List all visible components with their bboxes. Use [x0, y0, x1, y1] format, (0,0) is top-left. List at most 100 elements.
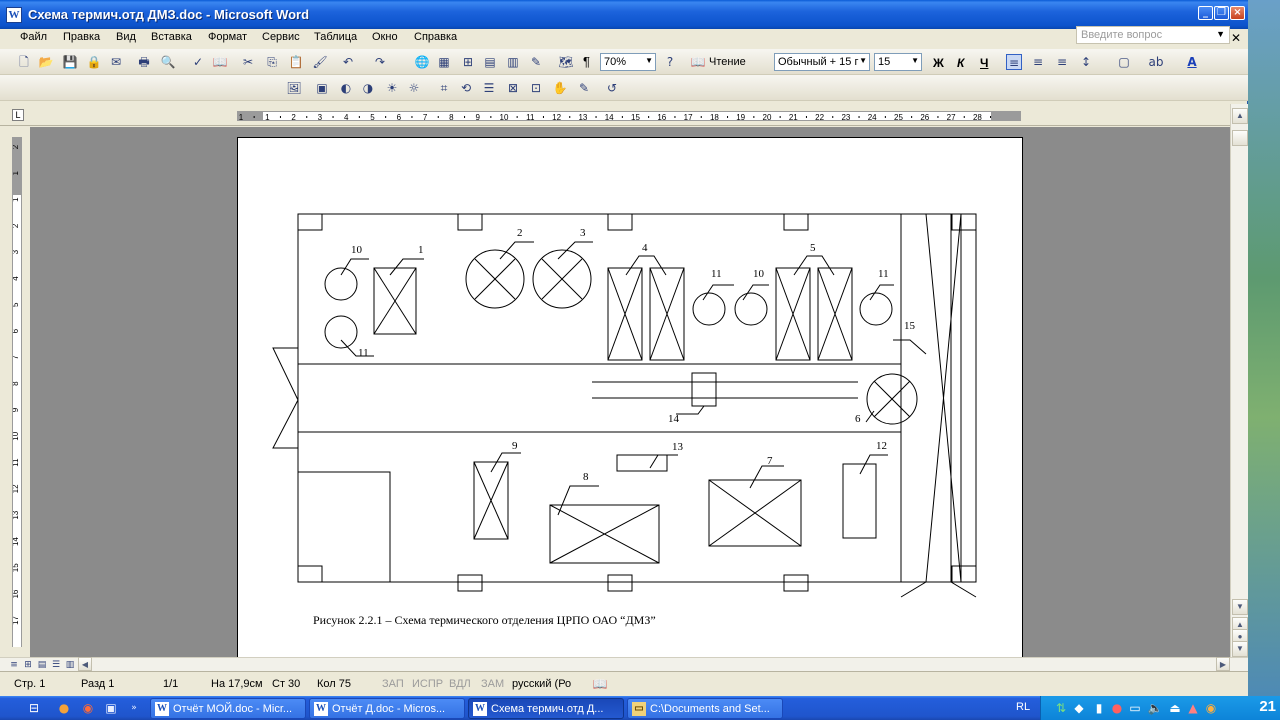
text-wrapping-icon[interactable]: ⊡ — [528, 80, 544, 96]
next-page-icon[interactable]: ▼ — [1232, 641, 1248, 657]
quick-launch-app-icon[interactable]: ◉ — [80, 700, 96, 716]
status-extend[interactable]: ВДЛ — [449, 678, 471, 690]
read-icon[interactable]: 📖 — [690, 54, 706, 70]
quick-launch-desktop-icon[interactable]: ⊟ — [26, 700, 42, 716]
menu-insert[interactable]: Вставка — [151, 31, 192, 43]
zoom-select[interactable]: 70% ▼ — [600, 53, 656, 71]
spelling-status-icon[interactable]: 📖 — [592, 676, 608, 692]
status-record[interactable]: ЗАП — [382, 678, 404, 690]
scroll-down-icon[interactable]: ▼ — [1232, 599, 1248, 615]
spelling-icon[interactable]: ✓ — [190, 54, 206, 70]
read-button[interactable]: Чтение — [709, 56, 746, 68]
style-select[interactable]: Обычный + 15 г ▼ — [774, 53, 870, 71]
insert-table-icon[interactable]: ⊞ — [460, 54, 476, 70]
drawing-icon[interactable]: ✎ — [528, 54, 544, 70]
menu-table[interactable]: Таблица — [314, 31, 357, 43]
font-size-select[interactable]: 15 ▼ — [874, 53, 922, 71]
tray-signal-icon[interactable]: ▮ — [1091, 700, 1107, 716]
color-icon[interactable]: ▣ — [314, 80, 330, 96]
tray-antivirus-icon[interactable]: ● — [1109, 700, 1125, 716]
open-folder-icon[interactable]: 📂 — [38, 54, 54, 70]
tray-network-icon[interactable]: ⇅ — [1053, 700, 1069, 716]
line-style-icon[interactable]: ☰ — [481, 80, 497, 96]
borders-icon[interactable]: ▢ — [1116, 54, 1132, 70]
print-preview-icon[interactable]: 🔍 — [160, 54, 176, 70]
status-track-changes[interactable]: ИСПР — [412, 678, 443, 690]
cut-icon[interactable]: ✂ — [240, 54, 256, 70]
align-right-icon[interactable]: ≡ — [1054, 54, 1070, 70]
tray-update-icon[interactable]: ▲ — [1185, 700, 1201, 716]
tables-borders-icon[interactable]: ▦ — [436, 54, 452, 70]
underline-button[interactable]: Ч — [980, 56, 988, 70]
horizontal-ruler[interactable]: L 1 1 2 3 4 5 6 7 8 9 10 11 12 13 14 15 16 17 18 19 20 21 22 23… — [0, 104, 1248, 126]
clock[interactable]: 21 — [1259, 698, 1276, 715]
highlight-icon[interactable]: ab — [1148, 54, 1164, 70]
status-overtype[interactable]: ЗАМ — [481, 678, 504, 690]
more-brightness-icon[interactable]: ☀ — [384, 80, 400, 96]
menu-tools[interactable]: Сервис — [262, 31, 300, 43]
columns-icon[interactable]: ▥ — [505, 54, 521, 70]
new-document-icon[interactable]: 🗋 — [16, 54, 32, 70]
compress-icon[interactable]: ⊠ — [505, 80, 521, 96]
language-indicator[interactable]: RL — [1016, 701, 1030, 713]
maximize-button[interactable]: ❐ — [1214, 6, 1229, 20]
menu-view[interactable]: Вид — [116, 31, 136, 43]
help-icon[interactable]: ? — [662, 54, 678, 70]
font-color-icon[interactable]: A — [1184, 54, 1200, 70]
document-close-button[interactable]: ✕ — [1231, 31, 1241, 45]
tray-volume-icon[interactable]: 🔈 — [1147, 700, 1163, 716]
document-map-icon[interactable]: 🗺 — [558, 54, 574, 70]
taskbar-item-active[interactable]: W Схема термич.отд Д... — [468, 698, 624, 719]
insert-picture-icon[interactable]: 🖼 — [286, 80, 302, 96]
show-formatting-button[interactable]: ¶ — [583, 54, 590, 69]
align-center-icon[interactable]: ≡ — [1030, 54, 1046, 70]
quick-launch-browser-icon[interactable]: ● — [56, 700, 72, 716]
document-page[interactable]: 10 1 2 3 4 11 10 5 11 11 15 14 6 9 13 7 — [237, 137, 1023, 657]
menu-file[interactable]: Файл — [20, 31, 47, 43]
reset-picture-icon[interactable]: ↺ — [604, 80, 620, 96]
redo-icon[interactable]: ↷ — [372, 54, 388, 70]
quick-launch-more-icon[interactable]: » — [126, 700, 142, 716]
taskbar-item[interactable]: ▭ C:\Documents and Set... — [627, 698, 783, 719]
chevron-down-icon[interactable]: ▼ — [1216, 29, 1225, 39]
quick-launch-save-icon[interactable]: ▣ — [103, 700, 119, 716]
minimize-button[interactable]: _ — [1198, 6, 1213, 20]
research-icon[interactable]: 📖 — [212, 54, 228, 70]
scroll-left-icon[interactable]: ◀ — [78, 657, 92, 671]
vertical-ruler[interactable]: 211234567891011121314151617 — [8, 127, 26, 657]
horizontal-scrollbar[interactable]: ≡ ⊞ ▤ ☰ ▥ ◀ ▶ — [0, 657, 1248, 671]
paste-icon[interactable]: 📋 — [288, 54, 304, 70]
italic-button[interactable]: К — [957, 56, 964, 70]
format-painter-icon[interactable]: 🖌 — [312, 54, 328, 70]
scroll-up-icon[interactable]: ▲ — [1232, 108, 1248, 124]
taskbar-item[interactable]: W Отчёт МОЙ.doc - Micr... — [150, 698, 306, 719]
menu-edit[interactable]: Правка — [63, 31, 100, 43]
menu-help[interactable]: Справка — [414, 31, 457, 43]
less-contrast-icon[interactable]: ◑ — [360, 80, 376, 96]
tab-selector-icon[interactable]: L — [12, 109, 24, 121]
rotate-icon[interactable]: ⟲ — [458, 80, 474, 96]
menu-format[interactable]: Формат — [208, 31, 247, 43]
tray-display-icon[interactable]: ▭ — [1127, 700, 1143, 716]
tray-app-icon[interactable]: ◆ — [1071, 700, 1087, 716]
more-contrast-icon[interactable]: ◐ — [338, 80, 354, 96]
align-left-icon[interactable]: ≡ — [1006, 54, 1022, 70]
bold-button[interactable]: Ж — [933, 56, 944, 70]
email-icon[interactable]: ✉ — [108, 54, 124, 70]
print-icon[interactable]: 🖶 — [136, 54, 152, 70]
tray-alert-icon[interactable]: ◉ — [1203, 700, 1219, 716]
title-bar[interactable]: W Схема термич.отд ДМЗ.doc - Microsoft W… — [0, 0, 1248, 29]
document-workspace[interactable]: 10 1 2 3 4 11 10 5 11 11 15 14 6 9 13 7 — [30, 127, 1230, 657]
less-brightness-icon[interactable]: ☼ — [406, 80, 422, 96]
vertical-scrollbar[interactable]: ▲ ▼ ▲ ● ▼ — [1230, 104, 1248, 657]
close-button[interactable]: × — [1230, 6, 1245, 20]
crop-icon[interactable]: ⌗ — [436, 80, 452, 96]
permission-icon[interactable]: 🔒 — [86, 54, 102, 70]
scroll-right-icon[interactable]: ▶ — [1216, 657, 1230, 671]
scroll-thumb[interactable] — [1232, 130, 1248, 146]
menu-window[interactable]: Окно — [372, 31, 398, 43]
tray-usb-icon[interactable]: ⏏ — [1167, 700, 1183, 716]
set-transparent-icon[interactable]: ✎ — [576, 80, 592, 96]
format-picture-icon[interactable]: ✋ — [552, 80, 568, 96]
help-search-input[interactable]: Введите вопрос ▼ — [1076, 26, 1230, 44]
